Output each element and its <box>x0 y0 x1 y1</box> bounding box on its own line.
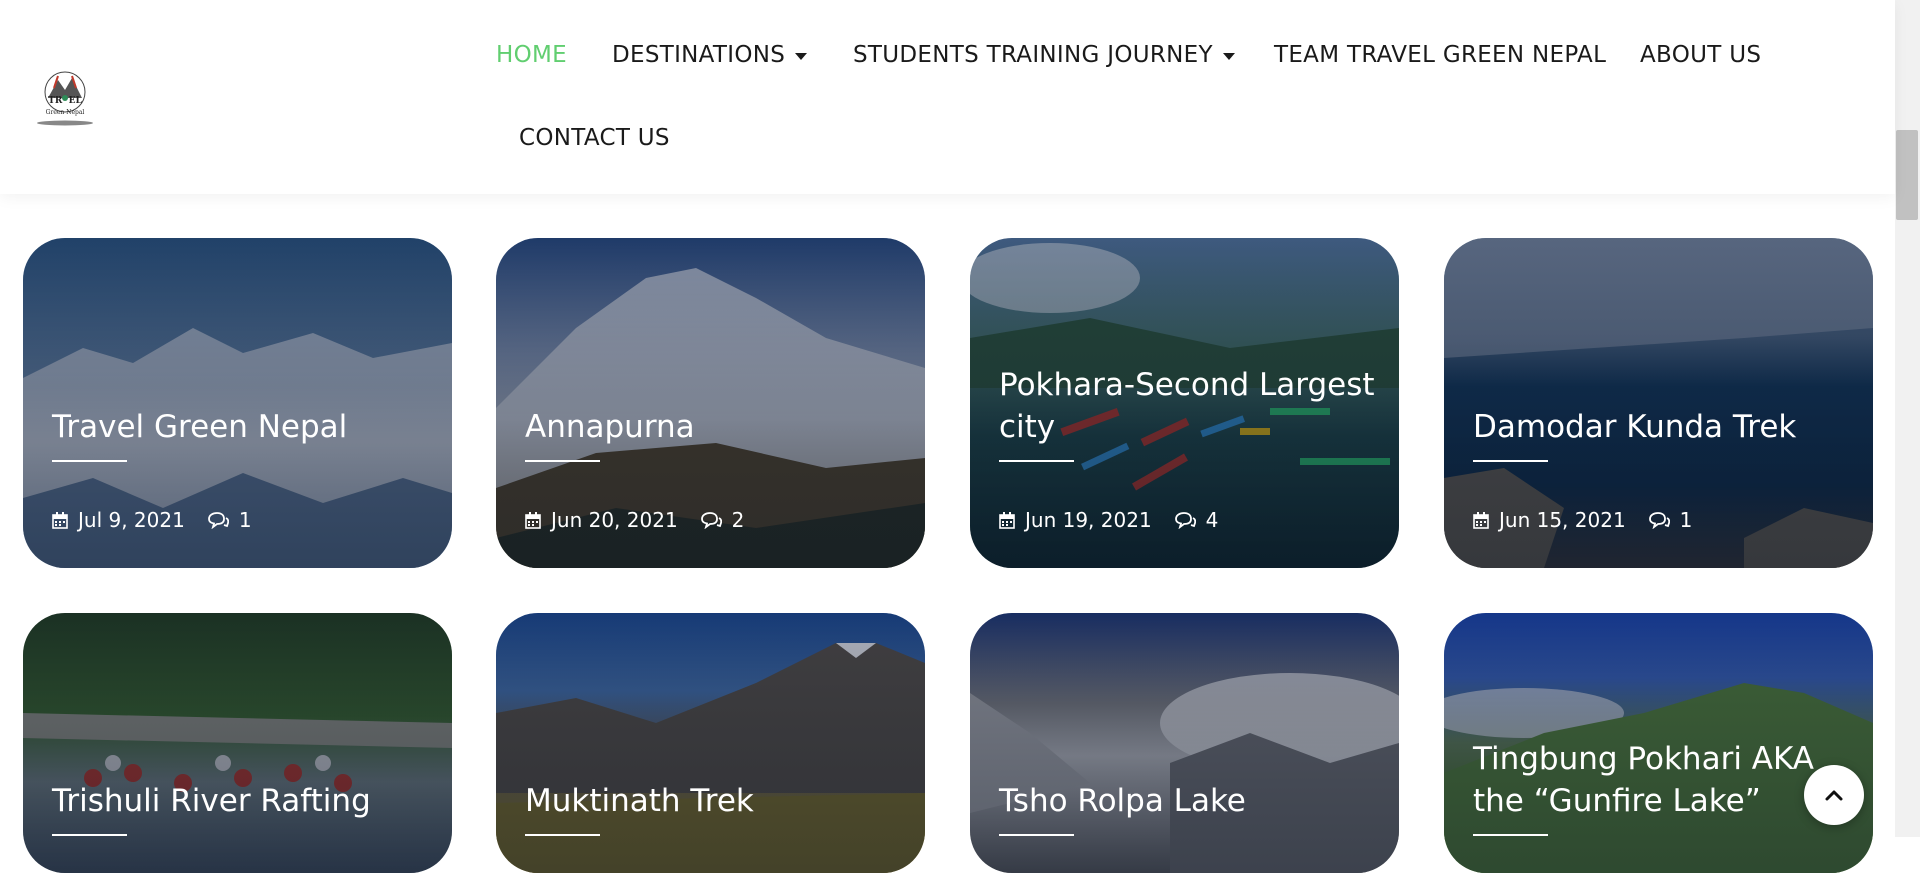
nav-team-label: TEAM TRAVEL GREEN NEPAL <box>1274 42 1607 68</box>
calendar-icon <box>52 511 68 529</box>
post-title[interactable]: Muktinath Trek <box>525 780 901 822</box>
post-card[interactable]: Tingbung Pokhari AKA the “Gunfire Lake” <box>1444 613 1873 873</box>
post-card[interactable]: Tsho Rolpa Lake <box>970 613 1399 873</box>
nav-about-us[interactable]: ABOUT US <box>1640 42 1761 68</box>
post-date: Jul 9, 2021 <box>78 508 185 532</box>
nav-team-travel-green-nepal[interactable]: TEAM TRAVEL GREEN NEPAL <box>1274 42 1606 68</box>
post-meta: Jun 19, 2021 4 <box>999 508 1218 532</box>
post-meta: Jul 9, 2021 1 <box>52 508 252 532</box>
post-date: Jun 15, 2021 <box>1499 508 1626 532</box>
comment-icon[interactable] <box>1174 511 1196 529</box>
title-divider <box>52 834 127 836</box>
site-header: TR EL Green Nepal HOME DESTINATIONS STUD… <box>0 0 1895 194</box>
calendar-icon <box>525 511 541 529</box>
comment-count[interactable]: 1 <box>239 508 252 532</box>
nav-students-training-journey[interactable]: STUDENTS TRAINING JOURNEY <box>853 42 1235 68</box>
post-card[interactable]: Annapurna Jun 20, 2021 2 <box>496 238 925 568</box>
comment-count[interactable]: 1 <box>1680 508 1693 532</box>
comment-icon[interactable] <box>1648 511 1670 529</box>
post-title[interactable]: Trishuli River Rafting <box>52 780 428 822</box>
title-divider <box>1473 834 1548 836</box>
title-divider <box>525 834 600 836</box>
title-divider <box>52 460 127 462</box>
post-title[interactable]: Pokhara-Second Largest city <box>999 364 1375 448</box>
caret-down-icon <box>1222 52 1235 60</box>
post-date: Jun 20, 2021 <box>551 508 678 532</box>
chevron-up-icon <box>1825 790 1843 801</box>
nav-home-label: HOME <box>496 42 567 68</box>
site-logo[interactable]: TR EL Green Nepal <box>34 68 96 128</box>
svg-text:TR EL: TR EL <box>48 96 82 106</box>
post-card[interactable]: Pokhara-Second Largest city Jun 19, 2021… <box>970 238 1399 568</box>
post-card[interactable]: Damodar Kunda Trek Jun 15, 2021 1 <box>1444 238 1873 568</box>
title-divider <box>1473 460 1548 462</box>
nav-students-training-journey-label: STUDENTS TRAINING JOURNEY <box>853 42 1213 68</box>
page-scrollbar-track[interactable] <box>1895 0 1920 837</box>
page-scrollbar-thumb[interactable] <box>1896 130 1918 220</box>
title-divider <box>525 460 600 462</box>
post-title[interactable]: Tingbung Pokhari AKA the “Gunfire Lake” <box>1473 738 1849 822</box>
post-date: Jun 19, 2021 <box>1025 508 1152 532</box>
post-title[interactable]: Annapurna <box>525 406 901 448</box>
title-divider <box>999 834 1074 836</box>
comment-icon[interactable] <box>207 511 229 529</box>
post-title[interactable]: Travel Green Nepal <box>52 406 428 448</box>
post-meta: Jun 20, 2021 2 <box>525 508 744 532</box>
nav-destinations[interactable]: DESTINATIONS <box>612 42 808 68</box>
svg-text:Green Nepal: Green Nepal <box>46 109 85 116</box>
nav-home[interactable]: HOME <box>496 42 567 68</box>
nav-about-label: ABOUT US <box>1640 42 1762 68</box>
calendar-icon <box>999 511 1015 529</box>
post-title[interactable]: Damodar Kunda Trek <box>1473 406 1849 448</box>
post-card[interactable]: Muktinath Trek <box>496 613 925 873</box>
caret-down-icon <box>795 52 808 60</box>
comment-count[interactable]: 2 <box>732 508 745 532</box>
post-meta: Jun 15, 2021 1 <box>1473 508 1692 532</box>
comment-icon[interactable] <box>700 511 722 529</box>
title-divider <box>999 460 1074 462</box>
nav-contact-us[interactable]: CONTACT US <box>519 125 670 151</box>
post-card[interactable]: Trishuli River Rafting <box>23 613 452 873</box>
nav-destinations-label: DESTINATIONS <box>612 42 786 68</box>
calendar-icon <box>1473 511 1489 529</box>
back-to-top-button[interactable] <box>1804 765 1864 825</box>
post-title[interactable]: Tsho Rolpa Lake <box>999 780 1375 822</box>
post-card[interactable]: Travel Green Nepal Jul 9, 2021 1 <box>23 238 452 568</box>
nav-contact-label: CONTACT US <box>519 125 670 151</box>
comment-count[interactable]: 4 <box>1206 508 1219 532</box>
